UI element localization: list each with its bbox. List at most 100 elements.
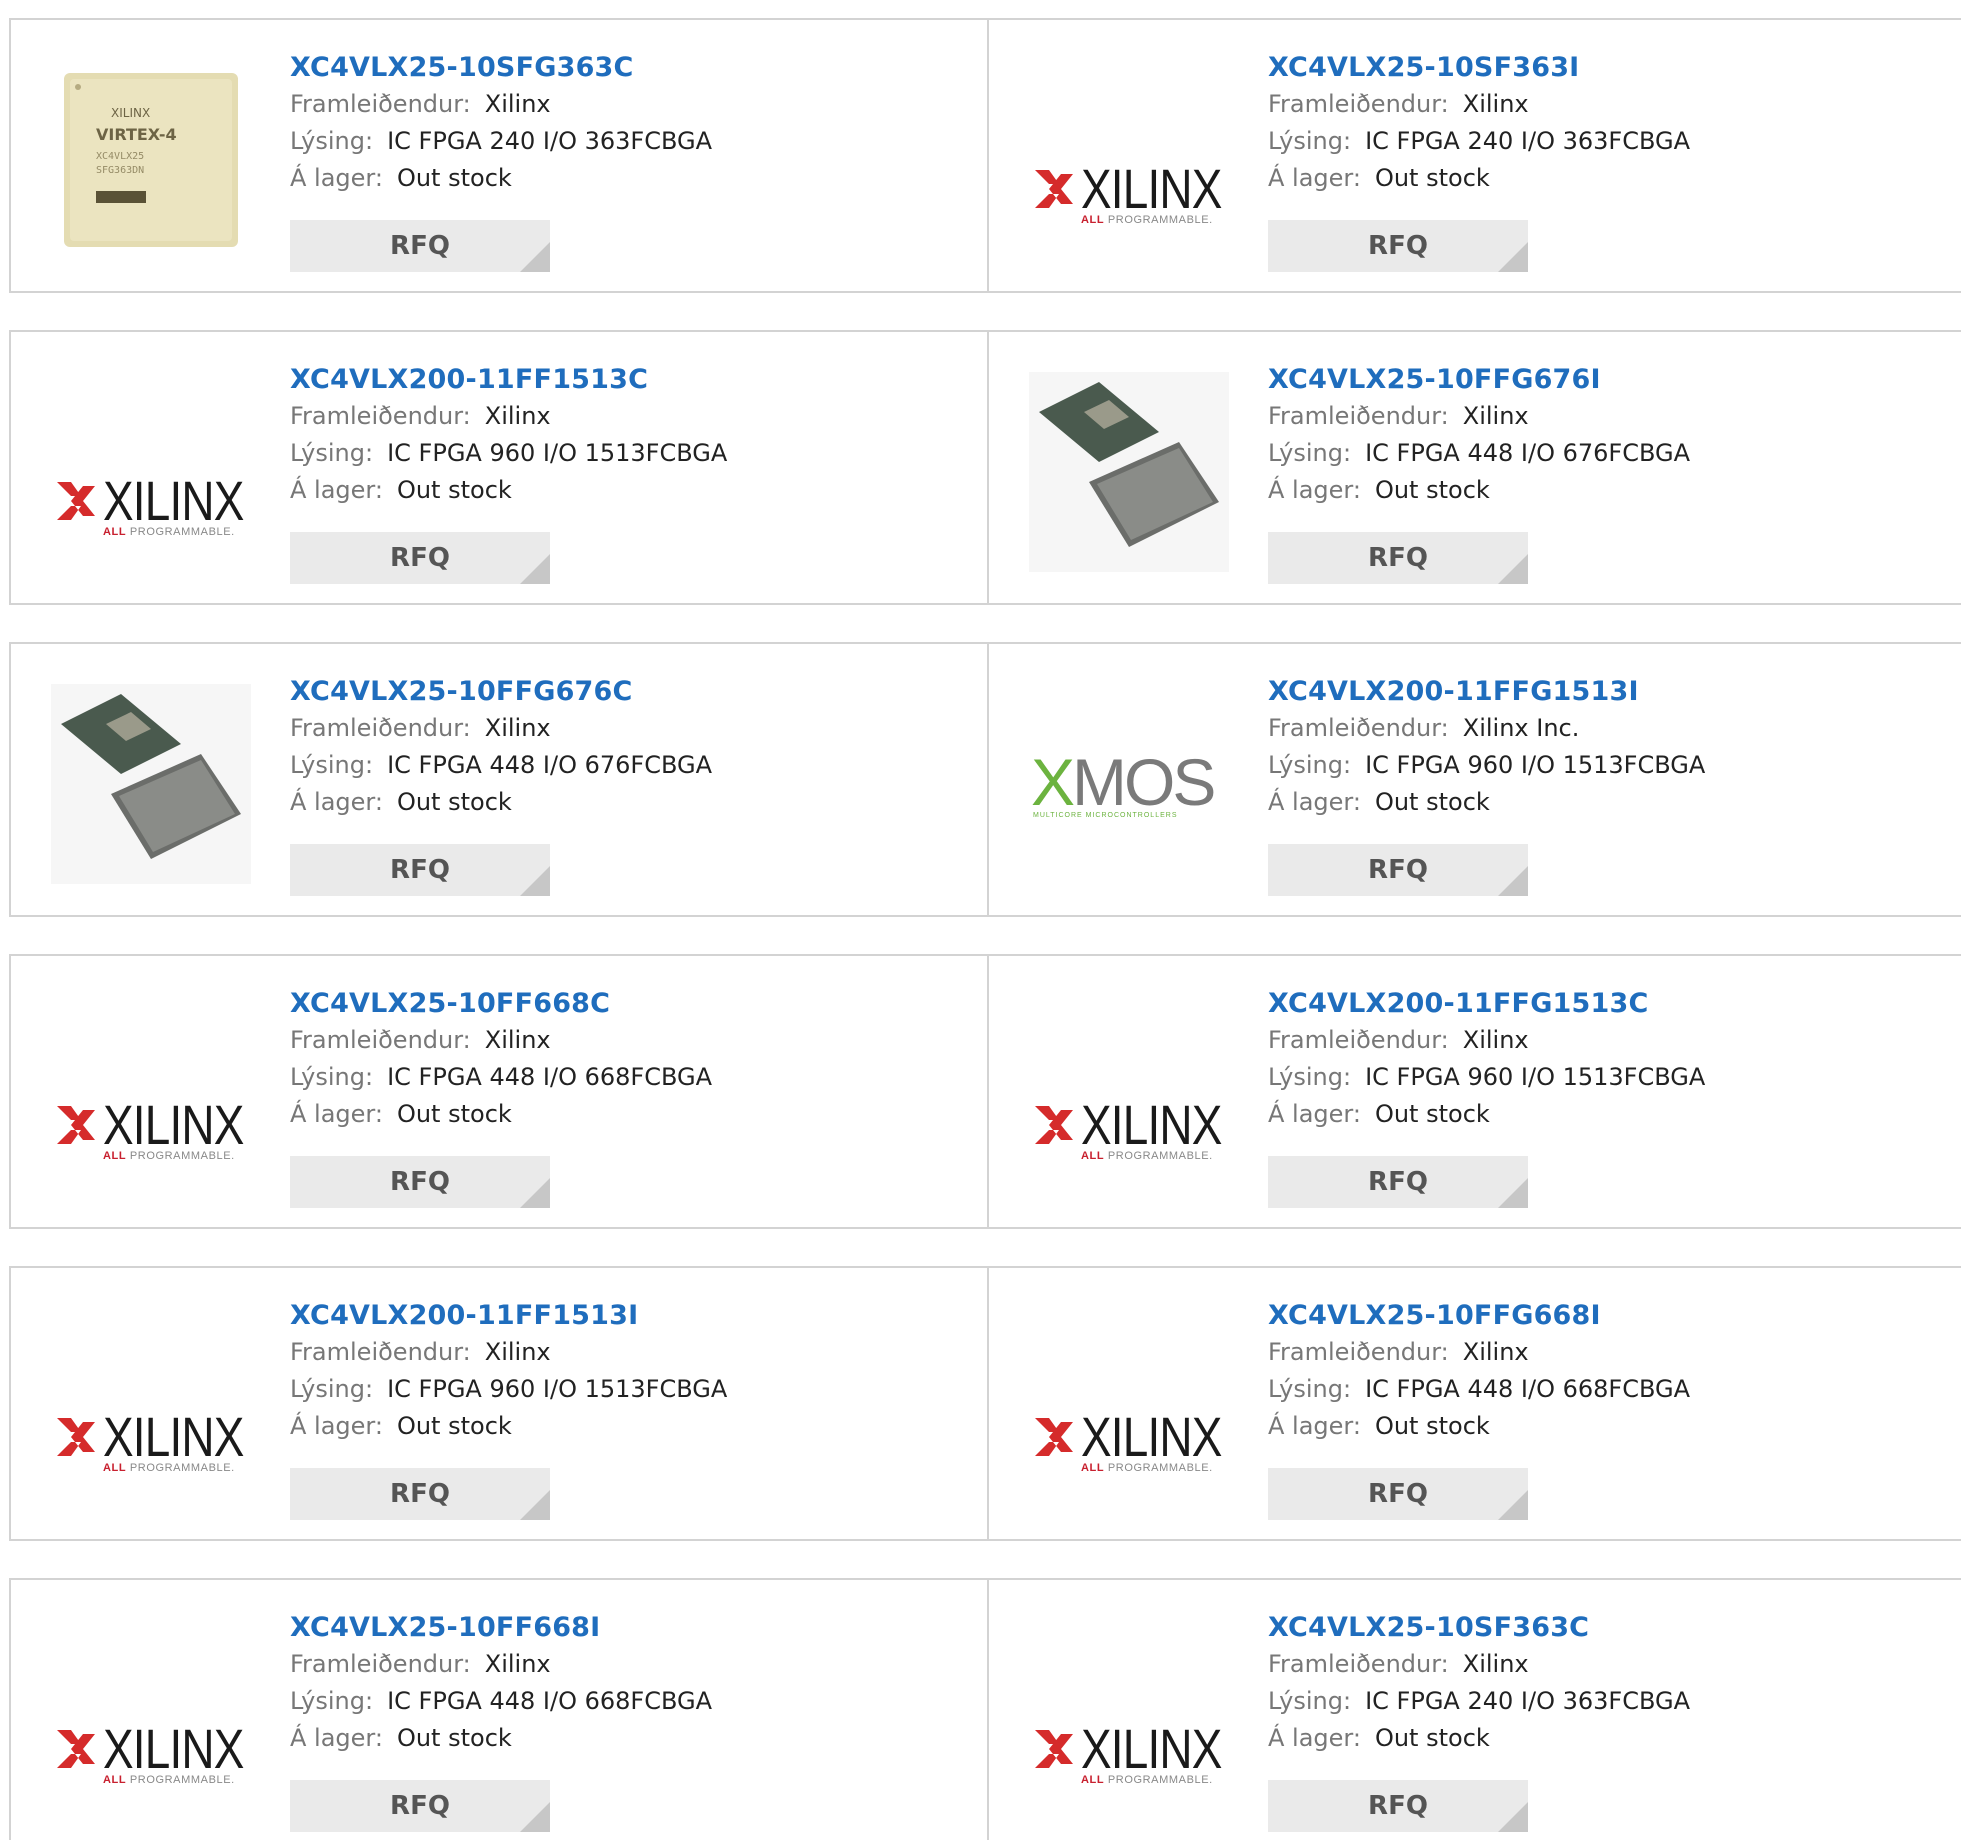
manufacturer-label: Framleiðendur: bbox=[1268, 90, 1449, 118]
stock-value: Out stock bbox=[396, 788, 512, 816]
description-value: IC FPGA 960 I/O 1513FCBGA bbox=[387, 439, 728, 467]
product-card: XILINX ALL PROGRAMMABLE. XC4VLX25-10SF36… bbox=[989, 1580, 1961, 1840]
rfq-button[interactable]: RFQ bbox=[290, 1780, 550, 1832]
product-image[interactable]: XILINX ALL PROGRAMMABLE. bbox=[1029, 1308, 1229, 1508]
xilinx-wordmark: XILINX bbox=[103, 1405, 244, 1468]
rfq-button[interactable]: RFQ bbox=[1268, 220, 1528, 272]
manufacturer-value: Xilinx bbox=[1462, 1338, 1529, 1366]
product-row: XILINX ALL PROGRAMMABLE. XC4VLX200-11FF1… bbox=[9, 1266, 1961, 1541]
part-number-link[interactable]: XC4VLX200-11FF1513I bbox=[290, 1298, 727, 1334]
product-image[interactable]: XMOS MULTICORE MICROCONTROLLERS bbox=[1029, 684, 1229, 884]
manufacturer-line: Framleiðendur: Xilinx bbox=[290, 710, 712, 747]
product-image[interactable]: XILINX ALL PROGRAMMABLE. bbox=[1029, 60, 1229, 260]
description-value: IC FPGA 448 I/O 676FCBGA bbox=[387, 751, 713, 779]
xmos-tagline: MULTICORE MICROCONTROLLERS bbox=[1033, 812, 1178, 819]
part-number-link[interactable]: XC4VLX25-10SF363I bbox=[1268, 50, 1690, 86]
stock-line: Á lager: Out stock bbox=[1268, 472, 1690, 509]
description-label: Lýsing: bbox=[290, 1063, 374, 1091]
bga-chip-photo bbox=[51, 684, 251, 884]
rfq-button[interactable]: RFQ bbox=[290, 1468, 550, 1520]
xilinx-mark-icon bbox=[57, 1106, 95, 1144]
product-image[interactable]: XILINX ALL PROGRAMMABLE. bbox=[51, 372, 251, 572]
description-line: Lýsing: IC FPGA 448 I/O 668FCBGA bbox=[290, 1059, 712, 1096]
description-value: IC FPGA 960 I/O 1513FCBGA bbox=[387, 1375, 728, 1403]
description-label: Lýsing: bbox=[290, 751, 374, 779]
corner-triangle-icon bbox=[520, 1802, 550, 1832]
rfq-button[interactable]: RFQ bbox=[1268, 1468, 1528, 1520]
xilinx-tagline: ALL PROGRAMMABLE. bbox=[103, 1462, 235, 1474]
rfq-button[interactable]: RFQ bbox=[290, 844, 550, 896]
rfq-button[interactable]: RFQ bbox=[1268, 844, 1528, 896]
rfq-button[interactable]: RFQ bbox=[1268, 1780, 1528, 1832]
rfq-button[interactable]: RFQ bbox=[1268, 532, 1528, 584]
manufacturer-line: Framleiðendur: Xilinx bbox=[290, 1022, 712, 1059]
product-image[interactable]: XILINX ALL PROGRAMMABLE. bbox=[51, 1620, 251, 1820]
part-number-link[interactable]: XC4VLX25-10FF668C bbox=[290, 986, 712, 1022]
product-info: XC4VLX200-11FF1513I Framleiðendur: Xilinx… bbox=[290, 1298, 727, 1445]
manufacturer-value: Xilinx bbox=[484, 1338, 551, 1366]
description-label: Lýsing: bbox=[1268, 1687, 1352, 1715]
rfq-label: RFQ bbox=[390, 855, 450, 885]
manufacturer-label: Framleiðendur: bbox=[1268, 1650, 1449, 1678]
product-image[interactable]: XILINX ALL PROGRAMMABLE. bbox=[1029, 996, 1229, 1196]
product-card: XILINX VIRTEX-4 XC4VLX25 SFG363DN XC4VLX… bbox=[11, 20, 989, 291]
stock-label: Á lager: bbox=[290, 164, 383, 192]
description-label: Lýsing: bbox=[1268, 1375, 1352, 1403]
description-label: Lýsing: bbox=[1268, 751, 1352, 779]
manufacturer-label: Framleiðendur: bbox=[1268, 714, 1449, 742]
description-label: Lýsing: bbox=[1268, 127, 1352, 155]
xilinx-mark-icon bbox=[1035, 170, 1073, 208]
description-value: IC FPGA 960 I/O 1513FCBGA bbox=[1365, 1063, 1706, 1091]
xilinx-tagline: ALL PROGRAMMABLE. bbox=[103, 1150, 235, 1162]
corner-triangle-icon bbox=[1498, 554, 1528, 584]
manufacturer-line: Framleiðendur: Xilinx bbox=[1268, 86, 1690, 123]
part-number-link[interactable]: XC4VLX25-10FF668I bbox=[290, 1610, 712, 1646]
rfq-button[interactable]: RFQ bbox=[1268, 1156, 1528, 1208]
part-number-link[interactable]: XC4VLX200-11FFG1513I bbox=[1268, 674, 1705, 710]
product-image[interactable]: XILINX ALL PROGRAMMABLE. bbox=[1029, 1620, 1229, 1820]
product-image[interactable]: XILINX VIRTEX-4 XC4VLX25 SFG363DN bbox=[51, 60, 251, 260]
part-number-link[interactable]: XC4VLX25-10SFG363C bbox=[290, 50, 712, 86]
part-number-link[interactable]: XC4VLX200-11FFG1513C bbox=[1268, 986, 1705, 1022]
stock-label: Á lager: bbox=[290, 1100, 383, 1128]
bga-chip-photo bbox=[1029, 372, 1229, 572]
product-image[interactable]: XILINX ALL PROGRAMMABLE. bbox=[51, 1308, 251, 1508]
product-card: XILINX ALL PROGRAMMABLE. XC4VLX200-11FFG… bbox=[989, 956, 1961, 1227]
product-image[interactable] bbox=[51, 684, 251, 884]
manufacturer-line: Framleiðendur: Xilinx bbox=[1268, 1646, 1690, 1683]
product-card: XILINX ALL PROGRAMMABLE. XC4VLX25-10FF66… bbox=[11, 956, 989, 1227]
manufacturer-value: Xilinx bbox=[484, 90, 551, 118]
manufacturer-label: Framleiðendur: bbox=[290, 402, 471, 430]
stock-label: Á lager: bbox=[290, 1724, 383, 1752]
xilinx-mark-icon bbox=[1035, 1106, 1073, 1144]
part-number-link[interactable]: XC4VLX200-11FF1513C bbox=[290, 362, 727, 398]
product-info: XC4VLX25-10FFG668I Framleiðendur: Xilinx … bbox=[1268, 1298, 1690, 1445]
rfq-button[interactable]: RFQ bbox=[290, 1156, 550, 1208]
stock-value: Out stock bbox=[396, 1724, 512, 1752]
product-card: XMOS MULTICORE MICROCONTROLLERS XC4VLX20… bbox=[989, 644, 1961, 915]
svg-text:XC4VLX25: XC4VLX25 bbox=[96, 151, 144, 162]
stock-line: Á lager: Out stock bbox=[1268, 784, 1705, 821]
product-row: XILINX ALL PROGRAMMABLE. XC4VLX25-10FF66… bbox=[9, 954, 1961, 1229]
product-image[interactable]: XILINX ALL PROGRAMMABLE. bbox=[51, 996, 251, 1196]
manufacturer-value: Xilinx bbox=[484, 1026, 551, 1054]
rfq-button[interactable]: RFQ bbox=[290, 220, 550, 272]
manufacturer-line: Framleiðendur: Xilinx bbox=[1268, 1334, 1690, 1371]
corner-triangle-icon bbox=[1498, 1802, 1528, 1832]
part-number-link[interactable]: XC4VLX25-10SF363C bbox=[1268, 1610, 1690, 1646]
part-number-link[interactable]: XC4VLX25-10FFG676C bbox=[290, 674, 712, 710]
xilinx-wordmark: XILINX bbox=[1081, 157, 1222, 220]
description-line: Lýsing: IC FPGA 448 I/O 676FCBGA bbox=[1268, 435, 1690, 472]
stock-line: Á lager: Out stock bbox=[290, 1720, 712, 1757]
corner-triangle-icon bbox=[1498, 1490, 1528, 1520]
part-number-link[interactable]: XC4VLX25-10FFG668I bbox=[1268, 1298, 1690, 1334]
manufacturer-value: Xilinx bbox=[484, 402, 551, 430]
description-value: IC FPGA 240 I/O 363FCBGA bbox=[387, 127, 713, 155]
virtex-chip-photo: XILINX VIRTEX-4 XC4VLX25 SFG363DN bbox=[64, 73, 238, 247]
product-image[interactable] bbox=[1029, 372, 1229, 572]
part-number-link[interactable]: XC4VLX25-10FFG676I bbox=[1268, 362, 1690, 398]
manufacturer-line: Framleiðendur: Xilinx Inc. bbox=[1268, 710, 1705, 747]
rfq-button[interactable]: RFQ bbox=[290, 532, 550, 584]
corner-triangle-icon bbox=[1498, 866, 1528, 896]
description-label: Lýsing: bbox=[1268, 439, 1352, 467]
